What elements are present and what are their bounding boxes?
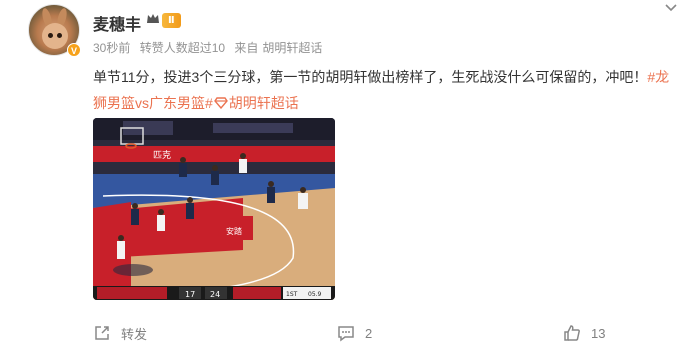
comment-icon	[338, 326, 354, 342]
video-thumbnail[interactable]: 匹克 安踏 17 24 1ST 05.9	[93, 118, 335, 300]
crown-icon	[147, 14, 159, 23]
post-meta: 30秒前 转赞人数超过10 来自 胡明轩超话	[93, 39, 328, 56]
post-body: 单节11分，投进3个三分球，第一节的胡明轩做出榜样了，生死战没什么可保留的，冲吧…	[93, 69, 648, 85]
chevron-down-icon[interactable]	[664, 3, 678, 13]
like-count: 13	[591, 325, 606, 341]
username[interactable]: 麦穗丰	[93, 11, 141, 35]
thumbs-up-icon	[564, 325, 580, 341]
like-button[interactable]: 13	[563, 318, 605, 348]
basketball-court-scene: 匹克 安踏 17 24 1ST 05.9	[93, 118, 335, 300]
game-period: 1ST	[286, 291, 298, 298]
score-away: 24	[210, 290, 220, 299]
super-topic-link[interactable]: 胡明轩超话	[229, 95, 299, 111]
comment-button[interactable]: 2	[337, 318, 372, 348]
court-brand-text: 安踏	[226, 226, 242, 236]
verified-badge-icon: V	[67, 43, 81, 57]
repost-label: 转发	[121, 326, 148, 342]
post-time[interactable]: 30秒前	[93, 41, 130, 55]
comment-count: 2	[365, 325, 373, 341]
post-text: 单节11分，投进3个三分球，第一节的胡明轩做出榜样了，生死战没什么可保留的，冲吧…	[93, 64, 683, 116]
action-bar: 转发 2 13	[0, 318, 700, 348]
diamond-icon	[213, 97, 228, 110]
ad-board-text: 匹克	[153, 150, 171, 161]
source-link[interactable]: 胡明轩超话	[262, 41, 322, 55]
level-badge: Ⅱ	[162, 13, 181, 28]
repost-button[interactable]: 转发	[93, 318, 147, 348]
game-clock: 05.9	[308, 291, 322, 298]
weibo-post-card: V 麦穗丰 Ⅱ 30秒前 转赞人数超过10 来自 胡明轩超话 单节11分，投进3个…	[0, 0, 700, 354]
source-prefix: 来自	[234, 41, 259, 55]
repost-icon	[95, 326, 109, 340]
score-home: 17	[185, 290, 195, 299]
repost-info: 转赞人数超过10	[139, 41, 226, 55]
